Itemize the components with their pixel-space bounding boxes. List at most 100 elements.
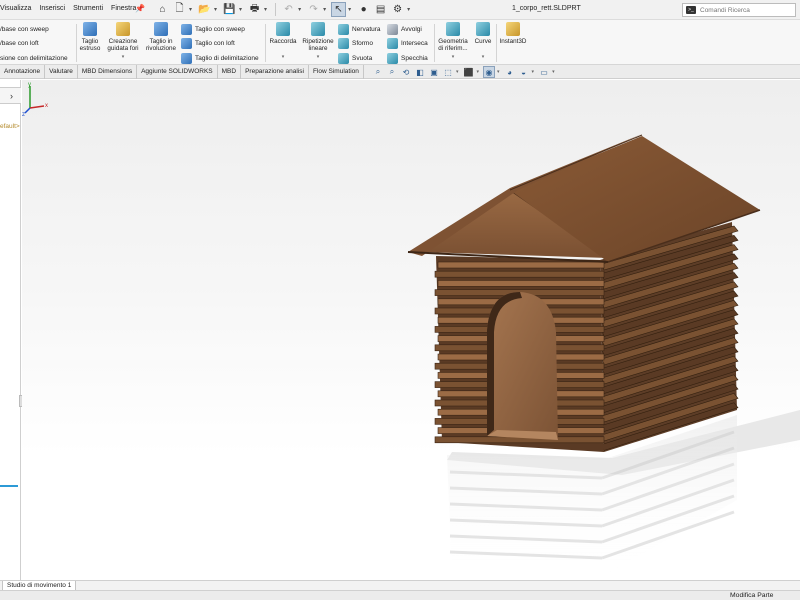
undo-icon[interactable]: ↶ [281, 2, 296, 17]
previous-view-icon[interactable]: ⟲ [400, 66, 412, 78]
command-tabs-bar: Annotazione Valutare MBD Dimensions Aggi… [0, 65, 800, 79]
save-icon[interactable]: 💾 [222, 2, 237, 17]
options-dropdown-icon[interactable]: ▾ [407, 6, 410, 13]
draft-button[interactable]: Sformo [338, 37, 381, 52]
file-properties-icon[interactable]: ▤ [373, 2, 388, 17]
undo-dropdown-icon[interactable]: ▾ [298, 6, 301, 13]
section-view-icon[interactable]: ◧ [414, 66, 426, 78]
open-dropdown-icon[interactable]: ▾ [214, 6, 217, 13]
linear-pattern-button[interactable]: Ripetizione lineare ▾ [300, 22, 336, 61]
view-settings-icon[interactable]: ▭ [538, 66, 550, 78]
new-document-icon[interactable]: 🗋 [172, 2, 187, 17]
curves-dropdown-icon[interactable]: ▾ [482, 54, 485, 61]
lofted-cut-button[interactable]: Taglio con loft [181, 37, 259, 52]
swept-cut-button[interactable]: Taglio con sweep [181, 22, 259, 37]
dynamic-annotation-icon[interactable]: ▣ [428, 66, 440, 78]
traffic-light-icon[interactable]: ● [356, 2, 371, 17]
wrap-icon [387, 23, 398, 35]
front-plank [437, 261, 605, 269]
view-orientation-icon[interactable]: ⬚ [442, 66, 454, 78]
print-dropdown-icon[interactable]: ▾ [264, 6, 267, 13]
display-style-dropdown-icon[interactable]: ▾ [477, 69, 480, 75]
rib-button[interactable]: Nervatura [338, 22, 381, 37]
swept-cut-icon [181, 23, 192, 35]
boss-boundary-button[interactable]: sione con delimitazione [0, 51, 68, 66]
hide-show-dropdown-icon[interactable]: ▾ [497, 69, 500, 75]
doghouse-model[interactable] [22, 80, 800, 580]
configuration-label[interactable]: efault> [0, 123, 20, 130]
view-settings-dropdown-icon[interactable]: ▾ [552, 69, 555, 75]
graphics-area[interactable]: y x z [22, 80, 800, 580]
linear-pattern-dropdown-icon[interactable]: ▾ [317, 54, 320, 61]
rib-icon [338, 23, 349, 35]
boss-sweep-button[interactable]: /base con sweep [0, 22, 68, 37]
hole-wizard-button[interactable]: Creazione guidata fori ▾ [104, 22, 142, 61]
feature-manager-panel: › efault> [0, 80, 23, 580]
edit-appearance-icon[interactable]: ◕ [504, 66, 516, 78]
save-dropdown-icon[interactable]: ▾ [239, 6, 242, 13]
zoom-to-area-icon[interactable]: ⌕ [386, 66, 398, 78]
fillet-button[interactable]: Raccorda ▾ [268, 22, 298, 61]
y-axis-label: y [28, 82, 31, 88]
hide-show-items-icon[interactable]: ◉ [483, 66, 496, 78]
curves-button[interactable]: Curve ▾ [472, 22, 494, 61]
wrap-button[interactable]: Avvolgi [387, 22, 428, 37]
instant3d-button[interactable]: Instant3D [498, 22, 528, 45]
menu-finestra[interactable]: Finestra [111, 5, 136, 12]
menu-visualizza[interactable]: Visualizza [0, 5, 31, 12]
tab-mbd[interactable]: MBD [218, 65, 242, 79]
boss-loft-button[interactable]: /base con loft [0, 37, 68, 52]
extruded-cut-button[interactable]: Taglio estruso [78, 22, 102, 52]
title-menu-bar: Visualizza Inserisci Strumenti Finestra … [0, 0, 800, 20]
fillet-dropdown-icon[interactable]: ▾ [282, 54, 285, 61]
boundary-cut-button[interactable]: Taglio di delimitazione [181, 51, 259, 66]
redo-icon[interactable]: ↷ [306, 2, 321, 17]
view-orientation-dropdown-icon[interactable]: ▾ [456, 69, 459, 75]
tab-preparazione-analisi[interactable]: Preparazione analisi [241, 65, 309, 79]
tab-flow-simulation[interactable]: Flow Simulation [309, 65, 364, 79]
linear-pattern-icon [311, 22, 325, 36]
tab-annotazione[interactable]: Annotazione [0, 65, 46, 79]
motion-study-tabs-bar: Studio di movimento 1 [0, 580, 800, 591]
home-icon[interactable]: ⌂ [155, 2, 170, 17]
chevron-right-icon[interactable]: › [10, 91, 13, 101]
extruded-cut-icon [83, 22, 97, 36]
select-cursor-icon[interactable]: ↖ [331, 2, 347, 17]
apply-scene-icon[interactable]: ◒ [518, 66, 530, 78]
z-axis-label: z [22, 112, 25, 116]
status-bar: Modifica Parte [0, 590, 800, 600]
open-folder-icon[interactable]: 📂 [197, 2, 212, 17]
tab-valutare[interactable]: Valutare [45, 65, 78, 79]
apply-scene-dropdown-icon[interactable]: ▾ [532, 69, 535, 75]
menu-strumenti[interactable]: Strumenti [73, 5, 103, 12]
draft-icon [338, 38, 349, 50]
reference-geometry-dropdown-icon[interactable]: ▾ [452, 54, 455, 61]
shell-button[interactable]: Svuota [338, 51, 381, 66]
menu-inserisci[interactable]: Inserisci [39, 5, 65, 12]
intersect-icon [387, 38, 398, 50]
status-mode: Modifica Parte [730, 592, 774, 599]
coordinate-triad: y x z [22, 82, 48, 116]
hole-wizard-dropdown-icon[interactable]: ▾ [122, 54, 125, 61]
tab-aggiunte-solidworks[interactable]: Aggiunte SOLIDWORKS [137, 65, 218, 79]
reference-geometry-button[interactable]: Geometria di riferim... ▾ [436, 22, 470, 61]
intersect-button[interactable]: Interseca [387, 37, 428, 52]
tab-mbd-dimensions[interactable]: MBD Dimensions [78, 65, 138, 79]
new-dropdown-icon[interactable]: ▾ [189, 6, 192, 13]
command-manager-ribbon: /base con sweep /base con loft sione con… [0, 20, 800, 65]
revolved-cut-button[interactable]: Taglio in rivoluzione [143, 22, 179, 52]
options-gear-icon[interactable]: ⚙ [390, 2, 405, 17]
zoom-to-fit-icon[interactable]: ⌕ [372, 66, 384, 78]
panel-accent-line [0, 485, 18, 487]
search-input[interactable]: Comandi Ricerca [700, 7, 750, 14]
mirror-button[interactable]: Specchia [387, 51, 428, 66]
print-icon[interactable]: 🖶 [247, 2, 262, 17]
select-dropdown-icon[interactable]: ▾ [348, 6, 351, 13]
redo-dropdown-icon[interactable]: ▾ [323, 6, 326, 13]
display-style-icon[interactable]: ⬛ [463, 66, 475, 78]
boss-features-column: /base con sweep /base con loft sione con… [0, 22, 68, 66]
search-commands-box[interactable]: >_ Comandi Ricerca [682, 3, 796, 17]
pin-icon[interactable]: 📌 [135, 4, 145, 13]
feature-manager-tabs[interactable]: › [0, 87, 21, 104]
front-plank [437, 280, 605, 287]
